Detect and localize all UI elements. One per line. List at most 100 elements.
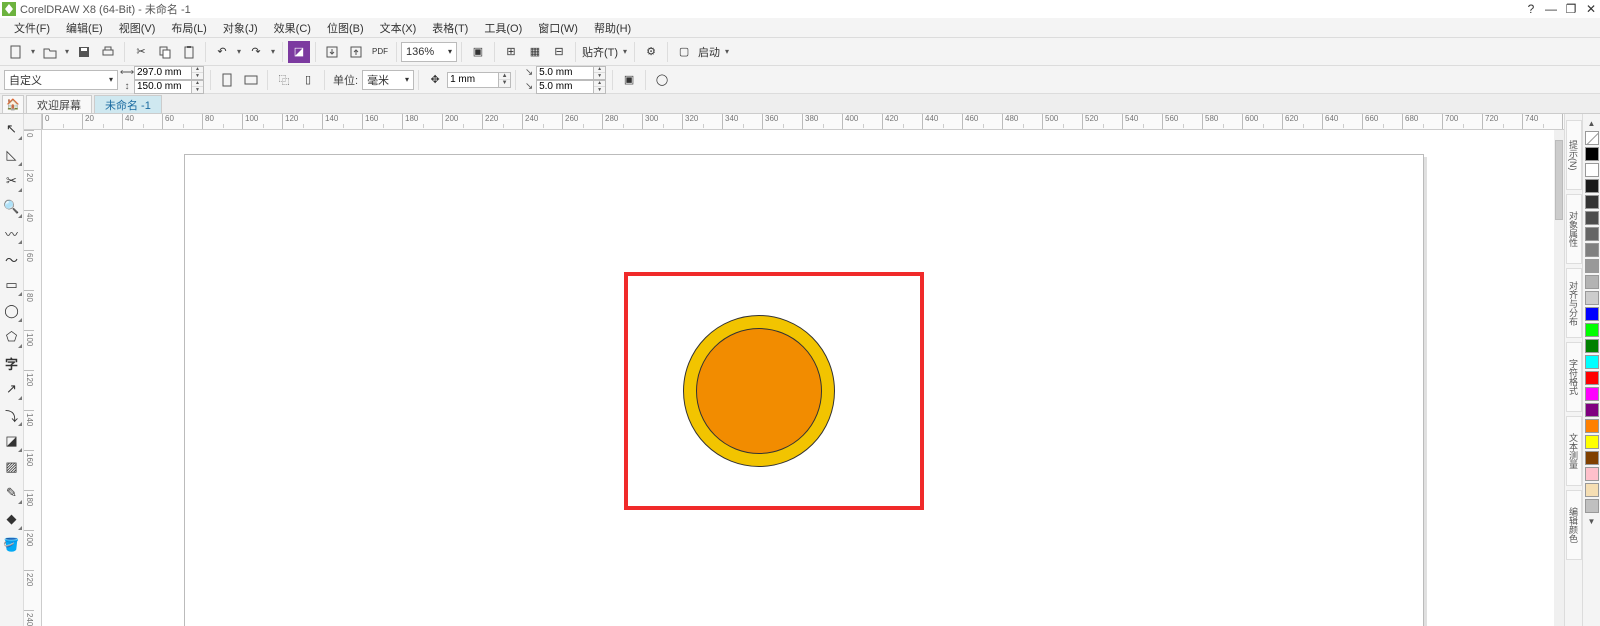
color-swatch[interactable] bbox=[1585, 307, 1599, 321]
dup-y-input[interactable] bbox=[536, 80, 594, 94]
zoom-combo[interactable]: 136% ▾ bbox=[401, 42, 457, 62]
menu-help[interactable]: 帮助(H) bbox=[586, 18, 639, 38]
palette-scroll-up-icon[interactable]: ▲ bbox=[1585, 118, 1599, 128]
menu-text[interactable]: 文本(X) bbox=[372, 18, 425, 38]
menu-view[interactable]: 视图(V) bbox=[111, 18, 164, 38]
dup-y-spinner[interactable]: ▲▼ bbox=[594, 80, 606, 94]
freehand-tool-icon[interactable]: 〰 bbox=[2, 222, 22, 244]
parallel-dimension-tool-icon[interactable]: ↗ bbox=[2, 378, 22, 400]
color-swatch[interactable] bbox=[1585, 451, 1599, 465]
color-swatch[interactable] bbox=[1585, 403, 1599, 417]
page-width-input[interactable] bbox=[134, 66, 192, 80]
docker-edit-color[interactable]: 编辑颜色 bbox=[1566, 490, 1582, 560]
rectangle-tool-icon[interactable]: ▭ bbox=[2, 274, 22, 296]
color-swatch[interactable] bbox=[1585, 243, 1599, 257]
all-pages-icon[interactable]: ⿻ bbox=[273, 69, 295, 91]
launch-button[interactable]: 启动 bbox=[697, 41, 721, 63]
show-guidelines-icon[interactable]: ⊟ bbox=[548, 41, 570, 63]
docker-hints[interactable]: 提示(N) bbox=[1566, 120, 1582, 190]
maximize-icon[interactable]: ❐ bbox=[1564, 2, 1578, 16]
color-swatch[interactable] bbox=[1585, 387, 1599, 401]
landscape-icon[interactable] bbox=[240, 69, 262, 91]
ruler-vertical[interactable]: 020406080100120140160180200220240260 bbox=[24, 130, 42, 626]
crop-tool-icon[interactable]: ✂ bbox=[2, 170, 22, 192]
docker-text-measure[interactable]: 文本测量 bbox=[1566, 416, 1582, 486]
color-swatch[interactable] bbox=[1585, 211, 1599, 225]
color-swatch[interactable] bbox=[1585, 259, 1599, 273]
zoom-tool-icon[interactable]: 🔍 bbox=[2, 196, 22, 218]
tab-document-active[interactable]: 未命名 -1 bbox=[94, 95, 162, 113]
open-dropdown[interactable]: ▾ bbox=[62, 41, 72, 63]
text-tool-icon[interactable]: 字 bbox=[2, 352, 22, 374]
interactive-fill-tool-icon[interactable]: ◆ bbox=[2, 508, 22, 530]
palette-scroll-down-icon[interactable]: ▼ bbox=[1585, 516, 1599, 526]
menu-table[interactable]: 表格(T) bbox=[424, 18, 476, 38]
snap-dropdown[interactable]: ▾ bbox=[620, 41, 630, 63]
nudge-spinner[interactable]: ▲▼ bbox=[499, 72, 511, 88]
shape-tool-icon[interactable]: ◺ bbox=[2, 144, 22, 166]
menu-tools[interactable]: 工具(O) bbox=[476, 18, 530, 38]
portrait-icon[interactable] bbox=[216, 69, 238, 91]
menu-file[interactable]: 文件(F) bbox=[6, 18, 58, 38]
color-eyedropper-tool-icon[interactable]: ✎ bbox=[2, 482, 22, 504]
dup-x-spinner[interactable]: ▲▼ bbox=[594, 66, 606, 80]
color-swatch[interactable] bbox=[1585, 419, 1599, 433]
options-icon[interactable]: ⚙ bbox=[640, 41, 662, 63]
redo-icon[interactable]: ↷ bbox=[245, 41, 267, 63]
color-swatch[interactable] bbox=[1585, 371, 1599, 385]
artistic-media-tool-icon[interactable]: 〜 bbox=[2, 248, 22, 270]
nudge-input[interactable] bbox=[447, 72, 499, 88]
redo-dropdown[interactable]: ▾ bbox=[268, 41, 278, 63]
docker-char-format[interactable]: 字符格式 bbox=[1566, 342, 1582, 412]
snap-button[interactable]: 贴齐(T) bbox=[581, 41, 619, 63]
show-grid-icon[interactable]: ▦ bbox=[524, 41, 546, 63]
undo-icon[interactable]: ↶ bbox=[211, 41, 233, 63]
paste-icon[interactable] bbox=[178, 41, 200, 63]
save-icon[interactable] bbox=[73, 41, 95, 63]
fullscreen-preview-icon[interactable]: ▣ bbox=[467, 41, 489, 63]
swatch-no-fill[interactable] bbox=[1585, 131, 1599, 145]
canvas-area[interactable]: 0204060801001201401601802002202402602803… bbox=[24, 114, 1564, 626]
treat-as-filled-icon[interactable]: ▣ bbox=[618, 69, 640, 91]
menu-object[interactable]: 对象(J) bbox=[215, 18, 266, 38]
export-icon[interactable] bbox=[345, 41, 367, 63]
tab-welcome[interactable]: 欢迎屏幕 bbox=[26, 95, 92, 113]
help-button-icon[interactable]: ? bbox=[1524, 2, 1538, 16]
dup-x-input[interactable] bbox=[536, 66, 594, 80]
vertical-scrollbar[interactable] bbox=[1554, 130, 1564, 626]
new-doc-dropdown[interactable]: ▾ bbox=[28, 41, 38, 63]
color-swatch[interactable] bbox=[1585, 163, 1599, 177]
color-swatch[interactable] bbox=[1585, 291, 1599, 305]
connector-tool-icon[interactable]: ⤵ bbox=[2, 404, 22, 426]
publish-pdf-icon[interactable]: PDF bbox=[369, 41, 391, 63]
color-swatch[interactable] bbox=[1585, 179, 1599, 193]
scrollbar-thumb[interactable] bbox=[1555, 140, 1563, 220]
copy-icon[interactable] bbox=[154, 41, 176, 63]
menu-effects[interactable]: 效果(C) bbox=[266, 18, 319, 38]
width-spinner[interactable]: ▲▼ bbox=[192, 66, 204, 80]
docker-align[interactable]: 对齐与分布 bbox=[1566, 268, 1582, 338]
color-swatch[interactable] bbox=[1585, 323, 1599, 337]
menu-layout[interactable]: 布局(L) bbox=[163, 18, 214, 38]
docker-object-props[interactable]: 对象属性 bbox=[1566, 194, 1582, 264]
color-swatch[interactable] bbox=[1585, 275, 1599, 289]
import-icon[interactable] bbox=[321, 41, 343, 63]
menu-window[interactable]: 窗口(W) bbox=[530, 18, 586, 38]
color-swatch[interactable] bbox=[1585, 227, 1599, 241]
search-content-icon[interactable]: ◪ bbox=[288, 41, 310, 63]
color-swatch[interactable] bbox=[1585, 195, 1599, 209]
color-swatch[interactable] bbox=[1585, 147, 1599, 161]
new-doc-icon[interactable] bbox=[5, 41, 27, 63]
menu-edit[interactable]: 编辑(E) bbox=[58, 18, 111, 38]
cut-icon[interactable]: ✂ bbox=[130, 41, 152, 63]
ruler-origin[interactable] bbox=[24, 114, 42, 130]
color-swatch[interactable] bbox=[1585, 435, 1599, 449]
tab-home-icon[interactable]: 🏠 bbox=[2, 95, 24, 113]
polygon-tool-icon[interactable]: ⬠ bbox=[2, 326, 22, 348]
pick-tool-icon[interactable]: ↖ bbox=[2, 118, 22, 140]
options-icon[interactable]: ◯ bbox=[651, 69, 673, 91]
page-preset-combo[interactable]: 自定义 ▾ bbox=[4, 70, 118, 90]
minimize-icon[interactable]: — bbox=[1544, 2, 1558, 16]
color-swatch[interactable] bbox=[1585, 499, 1599, 513]
close-icon[interactable]: ✕ bbox=[1584, 2, 1598, 16]
